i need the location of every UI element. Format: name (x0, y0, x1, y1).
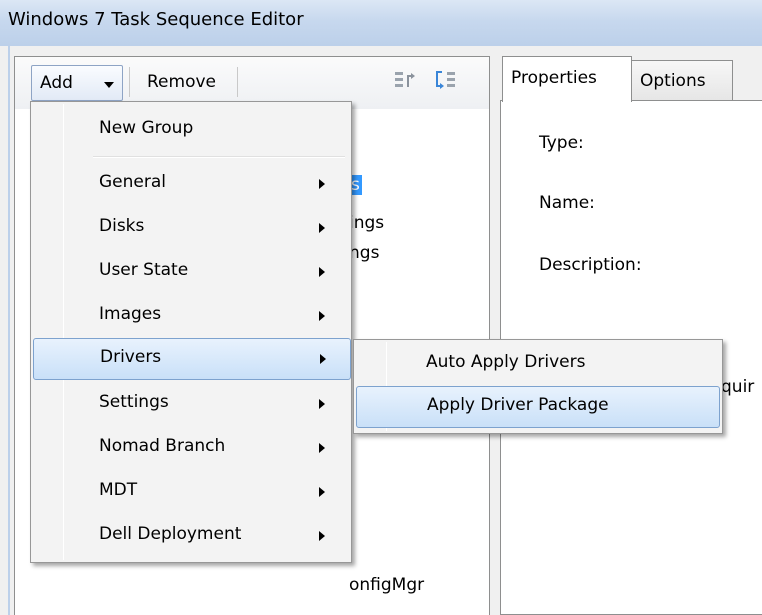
menu-item-general[interactable]: General (33, 164, 349, 204)
toolbar-divider (129, 67, 130, 97)
submenu-arrow-icon (319, 399, 325, 409)
menu-separator (93, 156, 345, 158)
remove-button[interactable]: Remove (137, 65, 233, 101)
menu-item-label: User State (99, 260, 189, 280)
add-button[interactable]: Add (31, 65, 123, 101)
submenu-arrow-icon (319, 531, 325, 541)
menu-item-settings[interactable]: Settings (33, 384, 349, 424)
drivers-submenu: Auto Apply Drivers Apply Driver Package (353, 339, 723, 434)
submenu-arrow-icon (320, 354, 326, 364)
menu-item-label: Disks (99, 216, 145, 236)
tab-options[interactable]: Options (631, 60, 733, 100)
toolbar-divider (237, 67, 238, 97)
menu-item-label: Dell Deployment (99, 524, 242, 544)
menu-item-new-group[interactable]: New Group (33, 110, 349, 150)
move-up-icon[interactable] (393, 69, 419, 93)
tree-item-fragment[interactable]: onfigMgr (349, 575, 424, 595)
menu-item-label: MDT (99, 480, 138, 500)
name-label: Name: (539, 193, 595, 213)
menu-item-label: Images (99, 304, 162, 324)
menu-item-label: New Group (99, 118, 194, 138)
submenu-arrow-icon (319, 267, 325, 277)
menu-item-label: Auto Apply Drivers (426, 352, 586, 372)
menu-item-auto-apply-drivers[interactable]: Auto Apply Drivers (356, 344, 720, 384)
menu-item-apply-driver-package[interactable]: Apply Driver Package (356, 386, 720, 428)
type-label: Type: (539, 133, 584, 153)
tab-label: Properties (511, 68, 597, 88)
menu-item-mdt[interactable]: MDT (33, 472, 349, 512)
menu-item-label: Settings (99, 392, 169, 412)
submenu-arrow-icon (319, 223, 325, 233)
menu-item-dell-deployment[interactable]: Dell Deployment (33, 516, 349, 556)
submenu-arrow-icon (319, 487, 325, 497)
add-context-menu: New Group General Disks User State Image… (30, 101, 352, 563)
chevron-down-icon (104, 82, 114, 88)
menu-item-label: Drivers (100, 347, 162, 367)
tab-properties[interactable]: Properties (502, 56, 632, 102)
move-down-icon[interactable] (433, 69, 459, 93)
menu-item-label: General (99, 172, 166, 192)
submenu-arrow-icon (319, 179, 325, 189)
menu-item-nomad-branch[interactable]: Nomad Branch (33, 428, 349, 468)
menu-item-disks[interactable]: Disks (33, 208, 349, 248)
menu-item-images[interactable]: Images (33, 296, 349, 336)
submenu-arrow-icon (319, 443, 325, 453)
menu-item-label: Nomad Branch (99, 436, 226, 456)
add-button-label: Add (40, 73, 73, 93)
menu-item-user-state[interactable]: User State (33, 252, 349, 292)
remove-button-label: Remove (147, 72, 216, 92)
window-title: Windows 7 Task Sequence Editor (8, 9, 304, 30)
tab-label: Options (640, 71, 706, 91)
splitter[interactable] (490, 56, 496, 615)
description-label: Description: (539, 255, 642, 275)
submenu-arrow-icon (319, 311, 325, 321)
partial-text: quir (721, 377, 755, 397)
title-bar: Windows 7 Task Sequence Editor (0, 0, 762, 46)
menu-item-drivers[interactable]: Drivers (33, 338, 351, 380)
tree-item-fragment[interactable]: ngs (349, 243, 379, 263)
menu-item-label: Apply Driver Package (427, 395, 609, 415)
tree-item-fragment[interactable]: ings (349, 213, 384, 233)
